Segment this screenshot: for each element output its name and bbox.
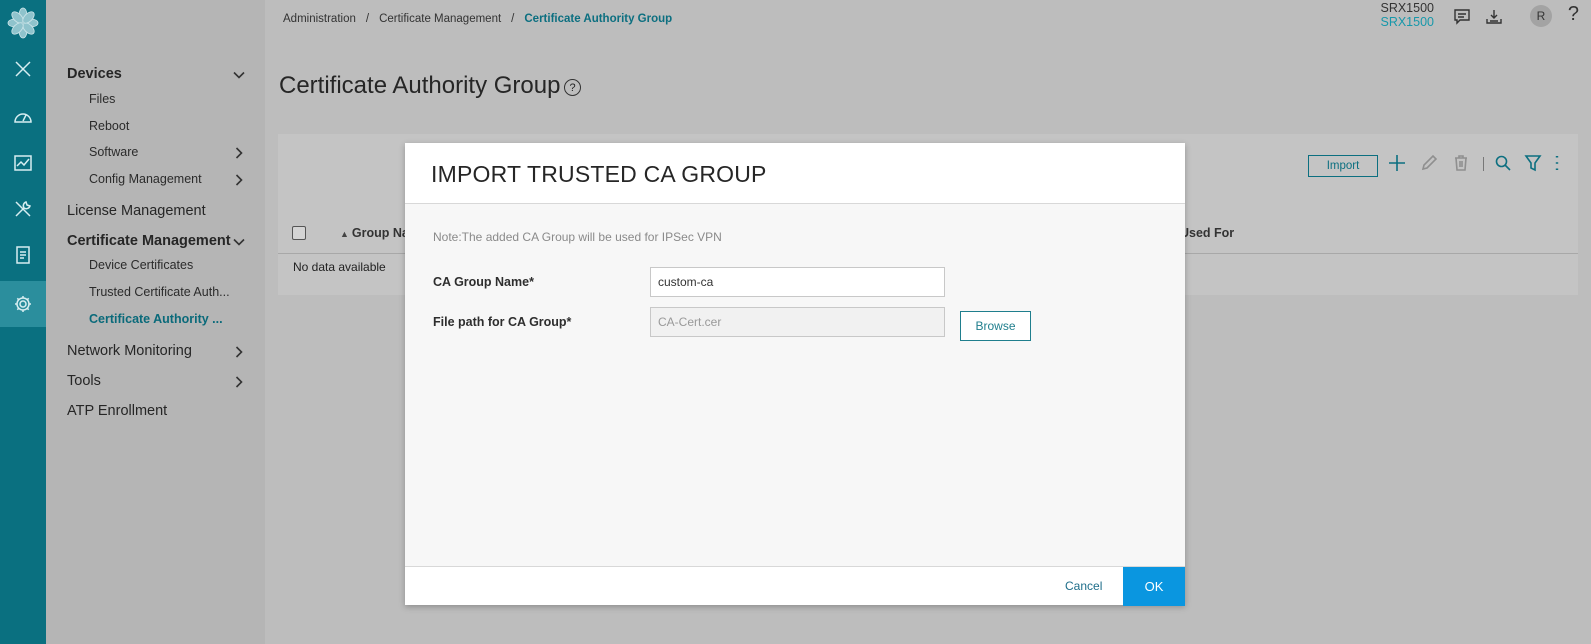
sidebar-item-network-monitoring[interactable]: Network Monitoring <box>46 341 265 361</box>
select-all-checkbox[interactable] <box>292 226 306 240</box>
tools-wrench-icon[interactable] <box>0 186 46 232</box>
sidebar-item-label: License Management <box>67 203 206 219</box>
search-icon[interactable] <box>1492 152 1514 174</box>
import-trusted-ca-group-dialog: IMPORT TRUSTED CA GROUP Note:The added C… <box>405 143 1185 606</box>
toolbar-separator <box>1483 157 1484 171</box>
dashboard-gauge-icon[interactable] <box>0 94 46 140</box>
breadcrumb: Administration / Certificate Management … <box>283 13 672 25</box>
sidebar-item-label: Certificate Authority ... <box>89 312 223 326</box>
device-model: SRX1500 <box>1380 15 1434 29</box>
empty-message: No data available <box>293 260 386 274</box>
reports-document-icon[interactable] <box>0 232 46 278</box>
sidebar-item-label: Device Certificates <box>89 258 194 272</box>
settings-gear-icon[interactable] <box>0 281 46 327</box>
sidebar-item-certificate-management[interactable]: Certificate Management <box>46 231 265 251</box>
avatar[interactable]: R <box>1530 5 1552 27</box>
breadcrumb-separator: / <box>365 13 370 25</box>
sidebar-item-label: Certificate Management <box>67 233 231 249</box>
dialog-title: IMPORT TRUSTED CA GROUP <box>431 161 767 187</box>
column-header-used-for[interactable]: Used For <box>1180 226 1234 240</box>
sidebar-item-label: Reboot <box>89 119 130 133</box>
sidebar-item-atp-enrollment[interactable]: ATP Enrollment <box>46 401 265 421</box>
nav-sidebar: Devices Files Reboot Software Config Man… <box>46 0 265 644</box>
monitor-chart-icon[interactable] <box>0 140 46 186</box>
sidebar-item-software[interactable]: Software <box>46 143 265 161</box>
delete-trash-icon[interactable] <box>1450 152 1472 174</box>
chevron-right-icon <box>233 173 245 186</box>
more-vertical-icon[interactable] <box>1546 152 1568 174</box>
chevron-right-icon <box>233 345 245 358</box>
column-header-group-name[interactable]: ▲ Group Na <box>340 226 409 240</box>
sidebar-item-trusted-certificate-authorities[interactable]: Trusted Certificate Auth... <box>46 283 265 301</box>
close-icon[interactable] <box>0 46 46 92</box>
sidebar-item-label: Devices <box>67 66 122 82</box>
ca-group-name-label: CA Group Name* <box>433 275 534 289</box>
sidebar-item-device-certificates[interactable]: Device Certificates <box>46 256 265 274</box>
breadcrumb-item-certificate-management[interactable]: Certificate Management <box>379 13 501 25</box>
breadcrumb-item-administration[interactable]: Administration <box>283 13 356 25</box>
add-plus-icon[interactable] <box>1386 152 1408 174</box>
file-path-input[interactable]: CA-Cert.cer <box>650 307 945 337</box>
sidebar-item-label: Network Monitoring <box>67 343 192 359</box>
chevron-down-icon <box>233 68 245 80</box>
sidebar-item-tools[interactable]: Tools <box>46 371 265 391</box>
sidebar-item-certificate-authority-group[interactable]: Certificate Authority ... <box>46 310 265 328</box>
import-button[interactable]: Import <box>1308 155 1378 177</box>
dialog-header: IMPORT TRUSTED CA GROUP <box>405 143 1185 204</box>
messages-icon[interactable] <box>1451 6 1473 28</box>
sidebar-item-label: Software <box>89 145 139 159</box>
sidebar-item-license-management[interactable]: License Management <box>46 201 265 221</box>
ca-group-name-input[interactable]: custom-ca <box>650 267 945 297</box>
breadcrumb-item-current: Certificate Authority Group <box>524 13 673 25</box>
dialog-note: Note:The added CA Group will be used for… <box>433 230 722 244</box>
download-icon[interactable] <box>1483 6 1505 28</box>
sidebar-item-label: ATP Enrollment <box>67 403 168 419</box>
logo-flower-icon <box>0 0 46 46</box>
sidebar-item-reboot[interactable]: Reboot <box>46 117 265 135</box>
ok-button[interactable]: OK <box>1123 567 1185 606</box>
dialog-footer: Cancel OK <box>405 566 1185 606</box>
sidebar-item-label: Tools <box>67 373 101 389</box>
breadcrumb-separator: / <box>511 13 515 25</box>
icon-rail <box>0 0 46 644</box>
sidebar-item-config-management[interactable]: Config Management <box>46 170 265 188</box>
sidebar-item-files[interactable]: Files <box>46 90 265 108</box>
sidebar-item-label: Config Management <box>89 172 202 186</box>
chevron-down-icon <box>233 235 245 247</box>
help-circle-icon[interactable]: ? <box>564 79 581 96</box>
file-path-label: File path for CA Group* <box>433 315 572 329</box>
cancel-button[interactable]: Cancel <box>1065 579 1102 593</box>
chevron-right-icon <box>233 146 245 159</box>
sort-ascending-icon: ▲ <box>340 229 349 239</box>
edit-pencil-icon[interactable] <box>1418 152 1440 174</box>
sidebar-item-label: Files <box>89 92 116 106</box>
page-title: Certificate Authority Group <box>279 72 561 99</box>
device-label: SRX1500 SRX1500 <box>1380 1 1434 29</box>
chevron-right-icon <box>233 375 245 388</box>
browse-button[interactable]: Browse <box>960 311 1031 341</box>
help-icon[interactable]: ? <box>1568 3 1579 26</box>
sidebar-item-label: Trusted Certificate Auth... <box>89 285 230 299</box>
sidebar-item-devices[interactable]: Devices <box>46 64 265 84</box>
column-label: Group Na <box>351 226 409 240</box>
device-name: SRX1500 <box>1380 1 1434 15</box>
filter-icon[interactable] <box>1522 152 1544 174</box>
